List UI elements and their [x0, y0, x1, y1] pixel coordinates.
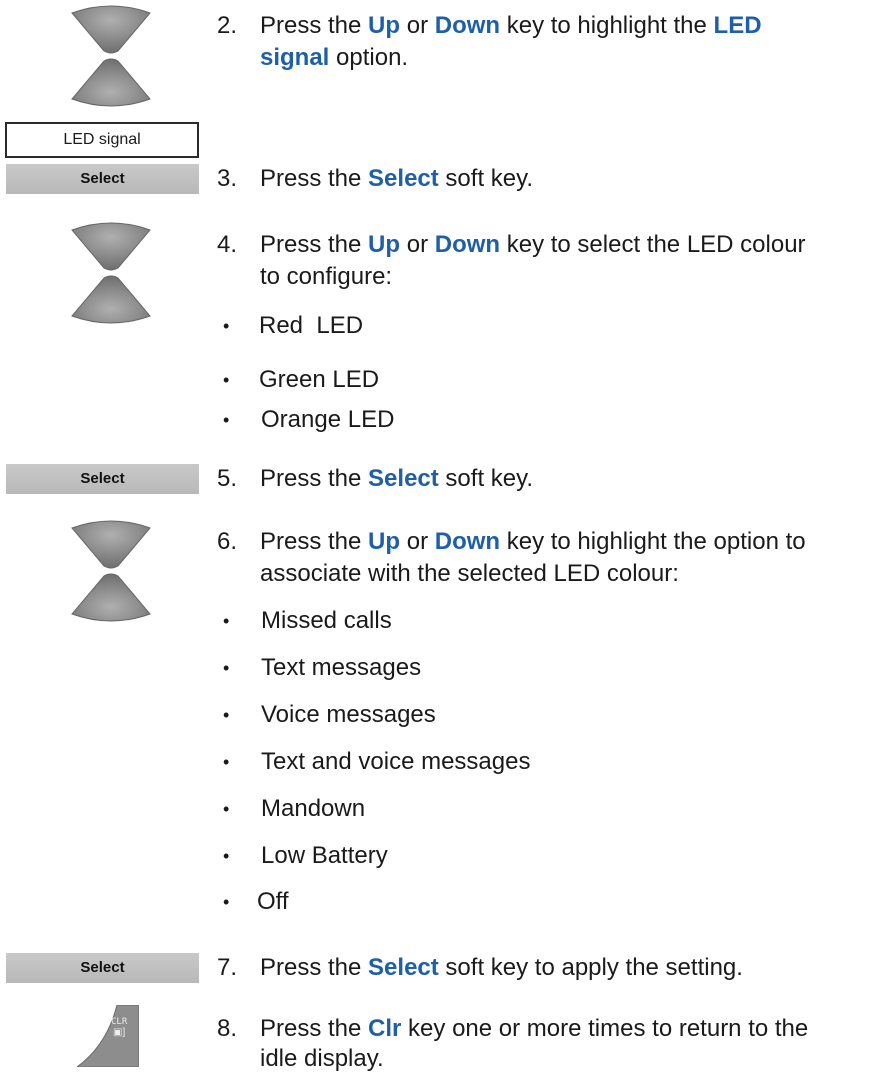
step-8: 8. Press the Clr key one or more times t… — [217, 1013, 857, 1075]
step-3: 3. Press the Select soft key. — [217, 163, 857, 195]
step-6: 6. Press the Up or Down key to highlight… — [217, 526, 857, 590]
step-5: 5. Press the Select soft key. — [217, 463, 857, 495]
step-text: Press the Select soft key to apply the s… — [260, 954, 743, 981]
step-text-line2: associate with the selected LED colour: — [260, 560, 679, 587]
list-item: • Mandown — [223, 795, 366, 822]
nav-up-key-icon — [71, 222, 151, 271]
step-text: Press the Up or Down key to highlight th… — [260, 528, 806, 555]
step-text: Press the Up or Down key to highlight th… — [260, 12, 762, 39]
list-item: • Low Battery — [223, 842, 388, 869]
step-number: 7. — [217, 954, 238, 981]
list-item: • Orange LED — [223, 406, 395, 433]
clr-key-symbol: ▣] — [113, 1027, 126, 1038]
step-4: 4. Press the Up or Down key to select th… — [217, 229, 857, 293]
list-item: • Missed calls — [223, 607, 392, 634]
list-item: • Off — [223, 888, 289, 915]
nav-down-key-icon — [71, 58, 151, 107]
step-text-line2: signal option. — [260, 44, 409, 71]
select-softkey[interactable]: Select — [6, 164, 199, 194]
step-number: 8. — [217, 1015, 238, 1042]
step-text: Press the Select soft key. — [260, 165, 534, 192]
display-option-led-signal: LED signal — [5, 122, 199, 158]
step-number: 3. — [217, 165, 238, 192]
step-text-line2: idle display. — [260, 1045, 384, 1072]
step-2: 2. Press the Up or Down key to highlight… — [217, 10, 857, 74]
step-number: 2. — [217, 12, 238, 39]
list-item: • Text and voice messages — [223, 748, 531, 775]
nav-up-key-icon — [71, 5, 151, 54]
step-text: Press the Up or Down key to select the L… — [260, 231, 806, 258]
step-number: 5. — [217, 465, 238, 492]
step-text: Press the Clr key one or more times to r… — [260, 1015, 809, 1042]
clr-key-icon: CLR ▣] — [77, 1005, 139, 1067]
step-7: 7. Press the Select soft key to apply th… — [217, 952, 857, 984]
step-text-line2: to configure: — [260, 263, 393, 290]
clr-key-label: CLR — [111, 1017, 128, 1027]
nav-down-key-icon — [71, 573, 151, 622]
list-item: • Voice messages — [223, 701, 436, 728]
nav-down-key-icon — [71, 275, 151, 324]
step-number: 6. — [217, 528, 238, 555]
select-softkey[interactable]: Select — [6, 953, 199, 983]
list-item: • Text messages — [223, 654, 422, 681]
step-text: Press the Select soft key. — [260, 465, 534, 492]
nav-up-key-icon — [71, 520, 151, 569]
list-item: • Green LED — [223, 366, 380, 393]
step-number: 4. — [217, 231, 238, 258]
list-item: • Red LED — [223, 312, 364, 339]
select-softkey[interactable]: Select — [6, 464, 199, 494]
